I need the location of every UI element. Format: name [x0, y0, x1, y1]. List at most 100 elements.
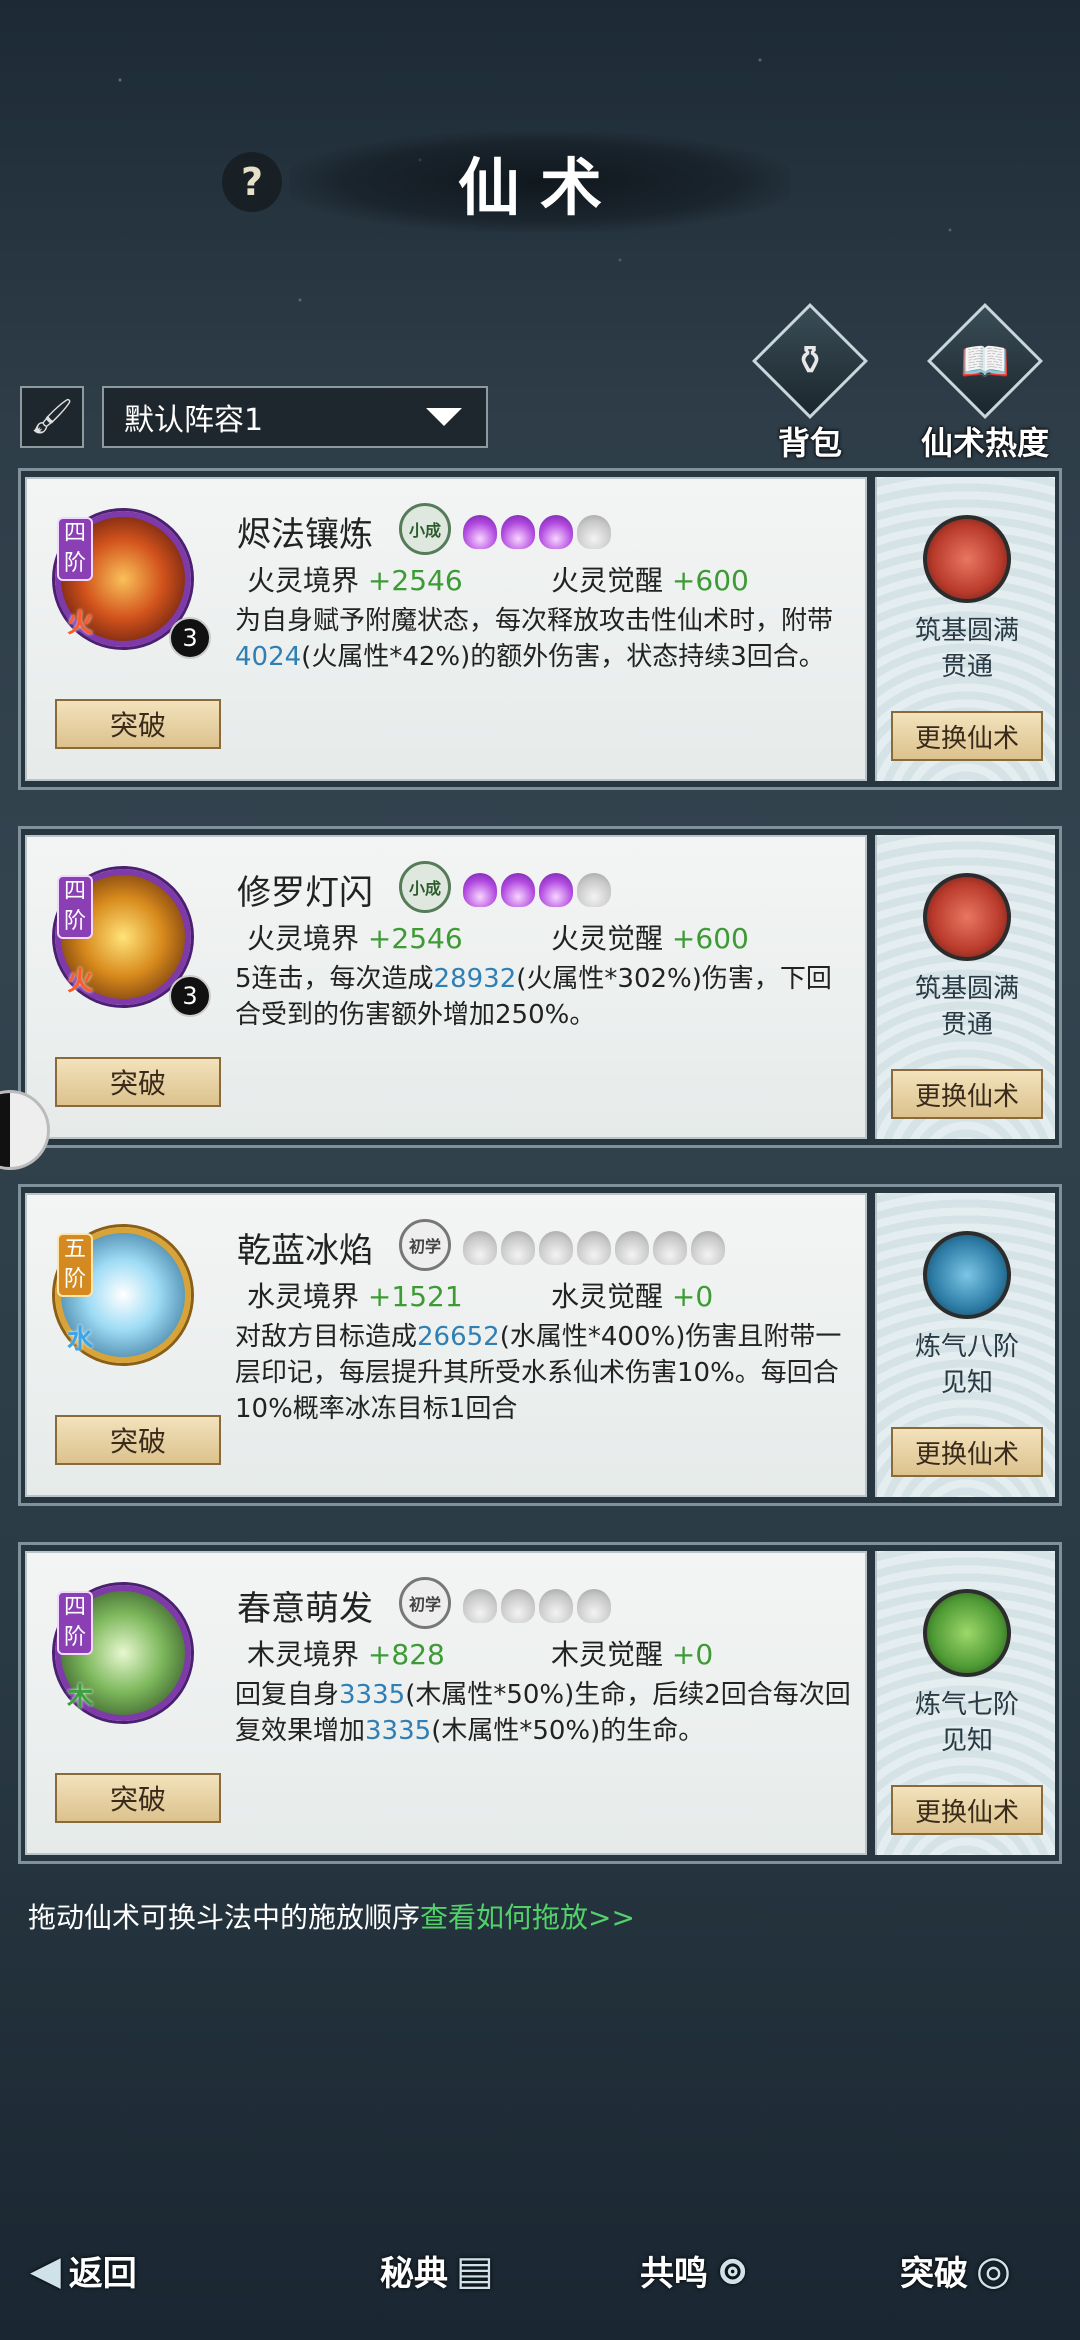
flame-icon — [539, 1589, 573, 1623]
flame-icon — [501, 873, 535, 907]
hint-text: 拖动仙术可换斗法中的施放顺序 — [28, 1901, 421, 1934]
spell-card[interactable]: 四阶 木 突破 春意萌发 初学 木灵境界 +828 木灵觉醒 +0 回复自身33… — [18, 1542, 1062, 1864]
spiral-icon: ◎ — [976, 2247, 1011, 2294]
swirl-icon: ⊚ — [716, 2247, 750, 2294]
spell-card-side: 筑基圆满 贯通 更换仙术 — [875, 477, 1055, 781]
brush-icon: 🖌 — [30, 397, 74, 437]
flame-icon — [463, 515, 497, 549]
rank-badge: 初学 — [399, 1577, 451, 1629]
spell-card[interactable]: 五阶 水 突破 乾蓝冰焰 初学 水灵境界 +1521 水灵觉醒 +0 对敌方目标… — [18, 1184, 1062, 1506]
title-bar: 仙术 — [290, 132, 790, 232]
flame-icon — [577, 1589, 611, 1623]
stat-label: 水灵境界 — [247, 1280, 360, 1313]
spell-card-main: 四阶 木 突破 春意萌发 初学 木灵境界 +828 木灵觉醒 +0 回复自身33… — [25, 1551, 867, 1855]
breakthrough-button[interactable]: 突破 — [55, 1057, 221, 1107]
stat-label: 火灵境界 — [247, 564, 360, 597]
swap-spell-button[interactable]: 更换仙术 — [891, 711, 1043, 761]
chevron-down-icon — [426, 408, 462, 426]
spell-name: 修罗灯闪 — [237, 873, 373, 913]
flame-icon — [539, 873, 573, 907]
stat-awaken: 水灵觉醒 +0 — [551, 1275, 713, 1315]
element-label: 水 — [67, 1325, 94, 1355]
cultivation-stage: 炼气八阶 见知 — [914, 1332, 1019, 1398]
how-to-drag-link[interactable]: 查看如何拖放>> — [420, 1901, 635, 1934]
spell-card-side: 炼气八阶 见知 更换仙术 — [875, 1193, 1055, 1497]
stat-awaken: 火灵觉醒 +600 — [551, 917, 749, 957]
formation-value: 默认阵容1 — [124, 403, 264, 438]
cultivation-stage: 筑基圆满 贯通 — [914, 616, 1019, 682]
flame-icon — [501, 515, 535, 549]
tier-badge: 四阶 — [57, 875, 93, 939]
swap-spell-button[interactable]: 更换仙术 — [891, 1069, 1043, 1119]
brush-button[interactable]: 🖌 — [20, 386, 84, 448]
turtle-seal-icon — [923, 1231, 1011, 1319]
flame-rating — [463, 873, 611, 907]
element-label: 木 — [67, 1683, 94, 1713]
element-label: 火 — [67, 967, 94, 997]
resonance-label: 共鸣 — [640, 2254, 708, 2294]
breakthrough-button[interactable]: 突破 — [55, 1415, 221, 1465]
spell-card-main: 五阶 水 突破 乾蓝冰焰 初学 水灵境界 +1521 水灵觉醒 +0 对敌方目标… — [25, 1193, 867, 1497]
spell-heat-button[interactable]: 📖 仙术热度 — [905, 303, 1065, 464]
spell-card-side: 筑基圆满 贯通 更换仙术 — [875, 835, 1055, 1139]
stat-label: 火灵境界 — [247, 922, 360, 955]
stat-realm: 木灵境界 +828 — [247, 1633, 445, 1673]
breakthrough-nav-label: 突破 — [900, 2254, 968, 2294]
book-icon: ▤ — [456, 2247, 494, 2294]
resonance-button[interactable]: 共鸣 ⊚ — [640, 2246, 750, 2295]
spell-name: 春意萌发 — [237, 1589, 373, 1629]
spell-description: 回复自身3335(木属性*50%)生命，后续2回合每次回复效果增加3335(木属… — [235, 1680, 851, 1746]
stat-label: 木灵境界 — [247, 1638, 360, 1671]
swap-spell-button[interactable]: 更换仙术 — [891, 1785, 1043, 1835]
breakthrough-button[interactable]: 突破 — [55, 699, 221, 749]
help-button[interactable]: ? — [222, 152, 282, 212]
cultivation-stage: 筑基圆满 贯通 — [914, 974, 1019, 1040]
drag-hint: 拖动仙术可换斗法中的施放顺序查看如何拖放>> — [28, 1896, 635, 1936]
secret-book-button[interactable]: 秘典 ▤ — [380, 2246, 494, 2295]
stat-realm: 水灵境界 +1521 — [247, 1275, 463, 1315]
breakthrough-button[interactable]: 突破 — [55, 1773, 221, 1823]
spell-card-main: 四阶 火 3 突破 烬法镶炼 小成 火灵境界 +2546 火灵觉醒 +600 为… — [25, 477, 867, 781]
rank-badge: 小成 — [399, 503, 451, 555]
level-badge: 3 — [169, 617, 211, 659]
stat-label: 火灵觉醒 — [551, 564, 664, 597]
flame-icon — [539, 1231, 573, 1265]
tier-badge: 五阶 — [57, 1233, 93, 1297]
flame-rating — [463, 1589, 611, 1623]
flame-rating — [463, 515, 611, 549]
spell-card[interactable]: 四阶 火 3 突破 烬法镶炼 小成 火灵境界 +2546 火灵觉醒 +600 为… — [18, 468, 1062, 790]
page-title: 仙术 — [457, 151, 622, 224]
stat-value: +2546 — [367, 922, 463, 955]
spell-card[interactable]: 四阶 火 3 突破 修罗灯闪 小成 火灵境界 +2546 火灵觉醒 +600 5… — [18, 826, 1062, 1148]
stat-value: +600 — [671, 564, 749, 597]
stat-value: +0 — [671, 1280, 714, 1313]
bag-glyph: ⚱ — [793, 338, 827, 384]
swap-spell-button[interactable]: 更换仙术 — [891, 1427, 1043, 1477]
stat-label: 水灵觉醒 — [551, 1280, 664, 1313]
flame-icon — [463, 1589, 497, 1623]
secret-book-label: 秘典 — [380, 2254, 448, 2294]
phoenix-seal-icon — [923, 515, 1011, 603]
spell-heat-label: 仙术热度 — [920, 424, 1049, 462]
flame-icon — [539, 515, 573, 549]
flame-icon — [463, 1231, 497, 1265]
stat-realm: 火灵境界 +2546 — [247, 559, 463, 599]
stat-realm: 火灵境界 +2546 — [247, 917, 463, 957]
dragon-seal-icon — [923, 1589, 1011, 1677]
flame-icon — [501, 1589, 535, 1623]
flame-icon — [691, 1231, 725, 1265]
stat-awaken: 火灵觉醒 +600 — [551, 559, 749, 599]
flame-icon — [577, 515, 611, 549]
breakthrough-nav-button[interactable]: 突破 ◎ — [900, 2246, 1011, 2295]
spell-card-main: 四阶 火 3 突破 修罗灯闪 小成 火灵境界 +2546 火灵觉醒 +600 5… — [25, 835, 867, 1139]
back-button[interactable]: ◀ 返回 — [30, 2246, 137, 2295]
bag-label: 背包 — [777, 424, 842, 462]
stat-awaken: 木灵觉醒 +0 — [551, 1633, 713, 1673]
flame-rating — [463, 1231, 725, 1265]
flame-book-glyph: 📖 — [960, 339, 1010, 385]
spell-name: 乾蓝冰焰 — [237, 1231, 373, 1271]
formation-dropdown[interactable]: 默认阵容1 — [102, 386, 488, 448]
spell-description: 为自身赋予附魔状态，每次释放攻击性仙术时，附带4024(火属性*42%)的额外伤… — [235, 606, 834, 672]
cultivation-stage: 炼气七阶 见知 — [914, 1690, 1019, 1756]
bag-button[interactable]: ⚱ 背包 — [730, 303, 890, 464]
